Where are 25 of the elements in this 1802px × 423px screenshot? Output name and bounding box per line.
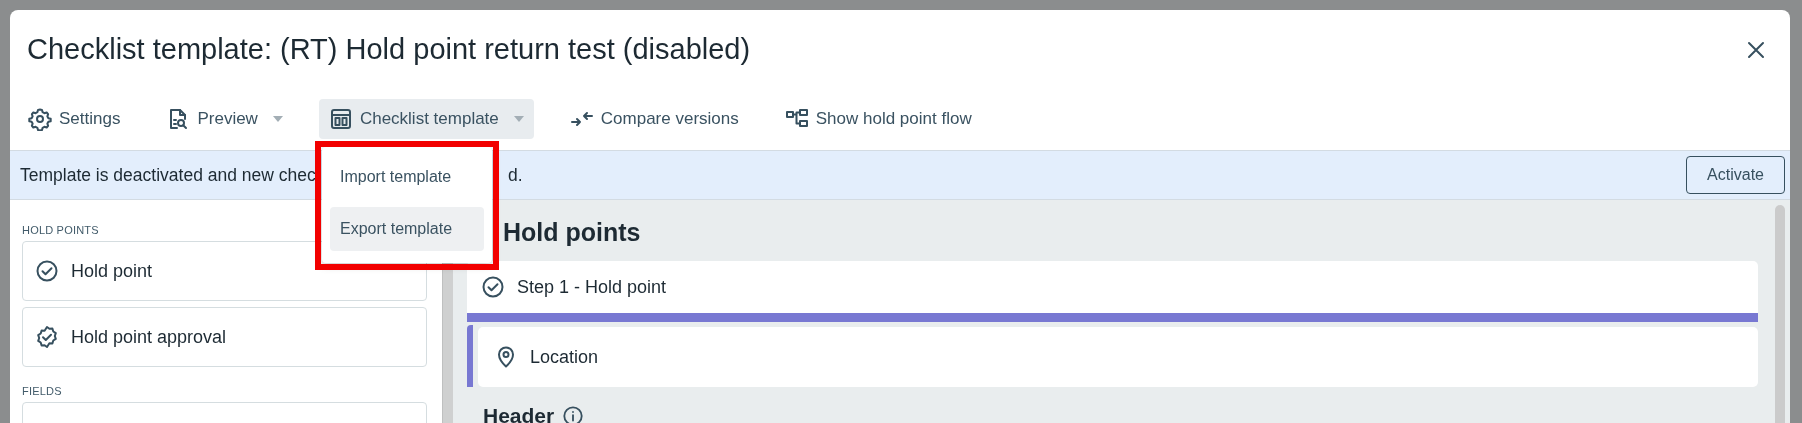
- layout-icon: [328, 107, 353, 131]
- section-heading: Header: [483, 404, 555, 423]
- scrollbar[interactable]: [1775, 205, 1785, 423]
- banner-text: Template is deactivated and new chec: [20, 164, 317, 186]
- field-card[interactable]: Location: [478, 327, 1758, 387]
- check-circle-icon: [35, 259, 59, 283]
- banner-text: d.: [508, 164, 523, 186]
- toolbar-button[interactable]: Compare versions: [559, 99, 749, 139]
- toolbar-button[interactable]: Show hold point flow: [774, 99, 982, 139]
- palette-item[interactable]: Hold point approval: [22, 307, 427, 367]
- section-heading: FIELDS: [22, 385, 62, 397]
- toolbar-button[interactable]: Checklist template: [318, 99, 534, 139]
- section-heading: Hold points: [503, 218, 642, 247]
- menu-item[interactable]: Export template: [330, 207, 484, 251]
- menu-item[interactable]: Import template: [330, 155, 484, 199]
- check-circle-icon: [481, 275, 505, 299]
- gear-icon: [28, 107, 52, 131]
- activate-button[interactable]: Activate: [1686, 156, 1785, 194]
- info-icon: [562, 405, 585, 423]
- dialog-title: Checklist template: (RT) Hold point return test (disabled): [27, 33, 751, 66]
- badge-check-icon: [35, 325, 59, 349]
- section-heading: HOLD POINTS: [22, 224, 99, 236]
- step-card[interactable]: Step 1 - Hold point: [467, 261, 1758, 322]
- toolbar-button[interactable]: Preview: [156, 99, 293, 139]
- toolbar-button[interactable]: Settings: [18, 99, 131, 139]
